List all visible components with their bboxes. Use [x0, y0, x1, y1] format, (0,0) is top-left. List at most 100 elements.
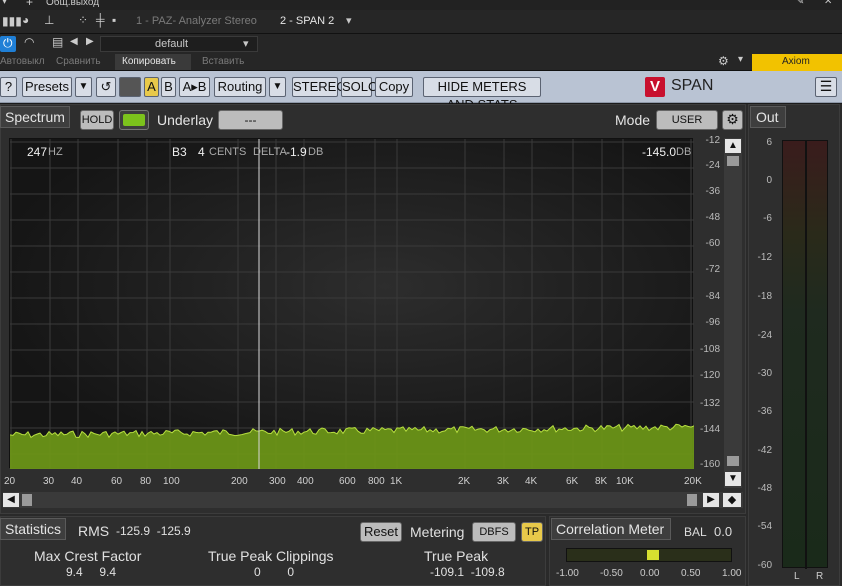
x-tick-label: 8K	[595, 476, 608, 487]
v-scroll-thumb-bottom[interactable]	[727, 456, 739, 466]
freq-readout: 247	[27, 145, 48, 159]
y-tick-label: -132	[699, 398, 720, 409]
chevron-down-icon[interactable]: ▾	[2, 0, 7, 7]
h-scroll-thumb-right[interactable]	[687, 494, 697, 506]
blank-button[interactable]	[119, 77, 141, 97]
out-tick-label: -6	[763, 213, 772, 224]
dots-icon[interactable]: ▪	[112, 13, 116, 27]
routing-dropdown[interactable]: ▼	[269, 77, 286, 97]
gear-icon[interactable]: ⚙	[718, 54, 729, 68]
x-tick-label: 20K	[684, 476, 702, 487]
copy-host-button[interactable]: Копировать	[115, 54, 191, 70]
out-title: Out	[756, 109, 779, 125]
gear-icon: ⚙	[726, 111, 739, 127]
plugin-tab-1[interactable]: 1 - PAZ- Analyzer Stereo	[136, 15, 257, 27]
plus-icon[interactable]: +	[26, 0, 33, 9]
sliders-icon[interactable]: ╪	[96, 13, 105, 27]
bars-icon[interactable]: ▮▮▮	[2, 14, 22, 28]
routing-button[interactable]: Routing	[214, 77, 266, 97]
zoom-reset-button[interactable]: ◆	[723, 493, 741, 507]
underlay-select[interactable]: ---	[218, 110, 283, 130]
scroll-up-button[interactable]: ▲	[725, 139, 741, 153]
clip-label: True Peak Clippings	[208, 548, 334, 564]
y-tick-label: -48	[705, 212, 720, 223]
presets-button[interactable]: Presets	[22, 77, 72, 97]
compare-button[interactable]: Сравнить	[56, 56, 101, 67]
b-button[interactable]: B	[161, 77, 176, 97]
x-tick-label: 100	[163, 476, 180, 487]
document-icon[interactable]: ▤	[52, 35, 63, 49]
out-tick-label: 6	[766, 137, 772, 148]
voxengo-logo-icon: V	[645, 77, 665, 97]
help-button[interactable]: ?	[0, 77, 17, 97]
link-icon[interactable]: ⁘	[78, 13, 88, 27]
preset-select[interactable]: default ▾	[100, 36, 258, 52]
x-tick-label: 800	[368, 476, 385, 487]
statistics-title: Statistics	[5, 521, 62, 537]
vertical-scrollbar[interactable]: ▲ ▼	[724, 138, 742, 488]
y-tick-label: -108	[699, 344, 720, 355]
chevron-down-icon: ▼	[272, 81, 283, 92]
dbfs-button[interactable]: DBFS	[472, 522, 516, 542]
y-tick-label: -120	[699, 370, 720, 381]
cents-unit: CENTS	[209, 146, 247, 158]
power-knob-icon[interactable]: ◕	[22, 13, 29, 27]
x-tick-label: 4K	[525, 476, 538, 487]
true-peak-button[interactable]: TP	[521, 522, 543, 542]
presets-dropdown[interactable]: ▼	[75, 77, 92, 97]
out-tick-label: -18	[757, 291, 772, 302]
pin-icon[interactable]: ✎	[796, 0, 804, 7]
y-tick-label: -96	[705, 317, 720, 328]
hold-led	[123, 114, 145, 126]
diamond-icon: ◆	[727, 494, 737, 506]
reset-undo-button[interactable]: ↺	[96, 77, 116, 97]
out-meter	[782, 140, 828, 569]
horizontal-scrollbar[interactable]: ◀ ▶ ◆	[3, 492, 743, 508]
x-tick-label: 60	[111, 476, 123, 487]
autooff-button[interactable]: Автовыкл	[0, 56, 45, 67]
y-tick-label: -12	[705, 135, 720, 146]
mode-select[interactable]: USER	[656, 110, 718, 130]
h-scroll-thumb-left[interactable]	[22, 494, 32, 506]
hide-meters-button[interactable]: HIDE METERS AND STATS	[423, 77, 541, 112]
chevron-down-icon[interactable]: ▾	[738, 54, 743, 65]
a-button[interactable]: A	[144, 77, 159, 97]
copy-button[interactable]: Copy	[375, 77, 413, 97]
hold-button[interactable]: HOLD	[80, 110, 114, 130]
out-tick-label: -60	[757, 560, 772, 571]
chevron-down-icon[interactable]: ▾	[346, 14, 352, 27]
y-tick-label: -72	[705, 264, 720, 275]
undo-icon: ↺	[100, 79, 112, 94]
paste-button[interactable]: Вставить	[202, 56, 244, 67]
hold-toggle[interactable]	[119, 110, 149, 130]
out-tick-label: -36	[757, 406, 772, 417]
routing-icon[interactable]: ⊥	[44, 13, 54, 27]
solo-button[interactable]: SOLO	[341, 77, 378, 97]
gauge-icon[interactable]: ◠	[24, 35, 34, 49]
arrow-left-icon: ◀	[7, 494, 15, 505]
mode-settings-button[interactable]: ⚙	[722, 110, 743, 130]
stereo-button[interactable]: STEREO	[292, 77, 346, 97]
scroll-left-button[interactable]: ◀	[3, 493, 19, 507]
scroll-right-button[interactable]: ▶	[703, 493, 719, 507]
spectrum-fill	[10, 424, 694, 469]
balance-label: BAL	[684, 525, 707, 539]
a-to-b-button[interactable]: A▸B	[179, 77, 210, 97]
spectrum-graph[interactable]: 247 HZ B3 4 CENTS DELTA -1.9 DB -145.0 D…	[9, 138, 694, 469]
reset-stats-button[interactable]: Reset	[360, 522, 402, 542]
scroll-down-button[interactable]: ▼	[725, 472, 741, 486]
close-icon[interactable]: ✕	[824, 0, 832, 7]
v-scroll-thumb-top[interactable]	[727, 156, 739, 166]
x-tick-label: 30	[43, 476, 55, 487]
delta-value: -1.9	[286, 145, 307, 159]
clip-values: 0 0	[254, 565, 295, 579]
plugin-tab-2[interactable]: 2 - SPAN 2	[280, 15, 334, 27]
power-button[interactable]: ⏻	[0, 36, 16, 52]
metering-label: Metering	[410, 524, 465, 540]
prev-preset-icon[interactable]: ◀	[70, 36, 78, 47]
menu-button[interactable]: ☰	[815, 77, 837, 97]
right-channel-label: R	[816, 571, 824, 582]
out-tick-label: -12	[757, 252, 772, 263]
device-selector[interactable]: Axiom	[752, 54, 842, 71]
next-preset-icon[interactable]: ▶	[86, 36, 94, 47]
